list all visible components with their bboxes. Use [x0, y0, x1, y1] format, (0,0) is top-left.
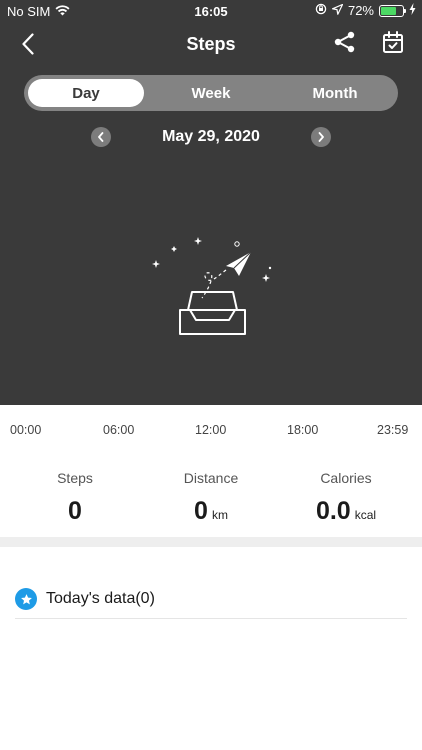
orientation-lock-icon	[315, 3, 327, 18]
status-right: 72%	[315, 3, 416, 18]
time-tick: 18:00	[287, 423, 319, 437]
distance-value: 0	[194, 497, 208, 525]
summary-stats: Steps 0 Distance 0 km Calories 0.0 kcal	[0, 470, 422, 535]
next-date-button[interactable]	[311, 127, 331, 147]
row-divider	[15, 618, 407, 619]
star-icon	[15, 588, 37, 610]
time-tick: 06:00	[103, 423, 135, 437]
distance-label: Distance	[183, 470, 239, 486]
battery-icon	[379, 4, 406, 17]
tab-month[interactable]: Month	[277, 79, 393, 107]
time-tick: 00:00	[10, 423, 42, 437]
empty-inbox-illustration	[152, 237, 272, 335]
time-tick: 23:59	[377, 423, 409, 437]
tab-day[interactable]: Day	[28, 79, 144, 107]
calendar-button[interactable]	[381, 30, 405, 56]
battery-fill	[381, 6, 397, 15]
status-bar: No SIM 16:05 72%	[0, 0, 422, 22]
share-button[interactable]	[333, 30, 357, 56]
location-icon	[331, 3, 344, 18]
chevron-right-icon	[318, 132, 324, 142]
calories-unit: kcal	[354, 508, 377, 522]
share-icon	[334, 31, 355, 53]
distance-unit: km	[211, 508, 228, 522]
date-navigator: May 29, 2020	[0, 124, 422, 150]
steps-label: Steps	[57, 470, 93, 486]
time-axis: 00:00 06:00 12:00 18:00 23:59	[0, 420, 422, 442]
section-divider	[0, 537, 422, 547]
calendar-check-icon	[383, 31, 403, 53]
steps-stat: Steps 0	[5, 470, 145, 526]
calories-value: 0.0	[315, 497, 351, 525]
steps-value: 0	[68, 497, 82, 525]
time-tick: 12:00	[195, 423, 227, 437]
battery-percent: 72%	[347, 3, 374, 18]
todays-data-label: Today's data(0)	[46, 590, 155, 607]
page-title: Steps	[186, 34, 236, 54]
charging-icon	[409, 3, 416, 18]
period-segmented-control: Day Week Month	[24, 75, 398, 111]
header-panel: No SIM 16:05 72% Steps Day Week Month Ma…	[0, 0, 422, 405]
tab-week[interactable]: Week	[153, 79, 269, 107]
todays-data-row[interactable]: Today's data(0)	[15, 580, 407, 618]
current-date: May 29, 2020	[162, 128, 260, 145]
calories-stat: Calories 0.0 kcal	[276, 470, 416, 526]
calories-label: Calories	[320, 470, 372, 486]
distance-stat: Distance 0 km	[141, 470, 281, 526]
navigation-bar: Steps	[0, 28, 422, 60]
